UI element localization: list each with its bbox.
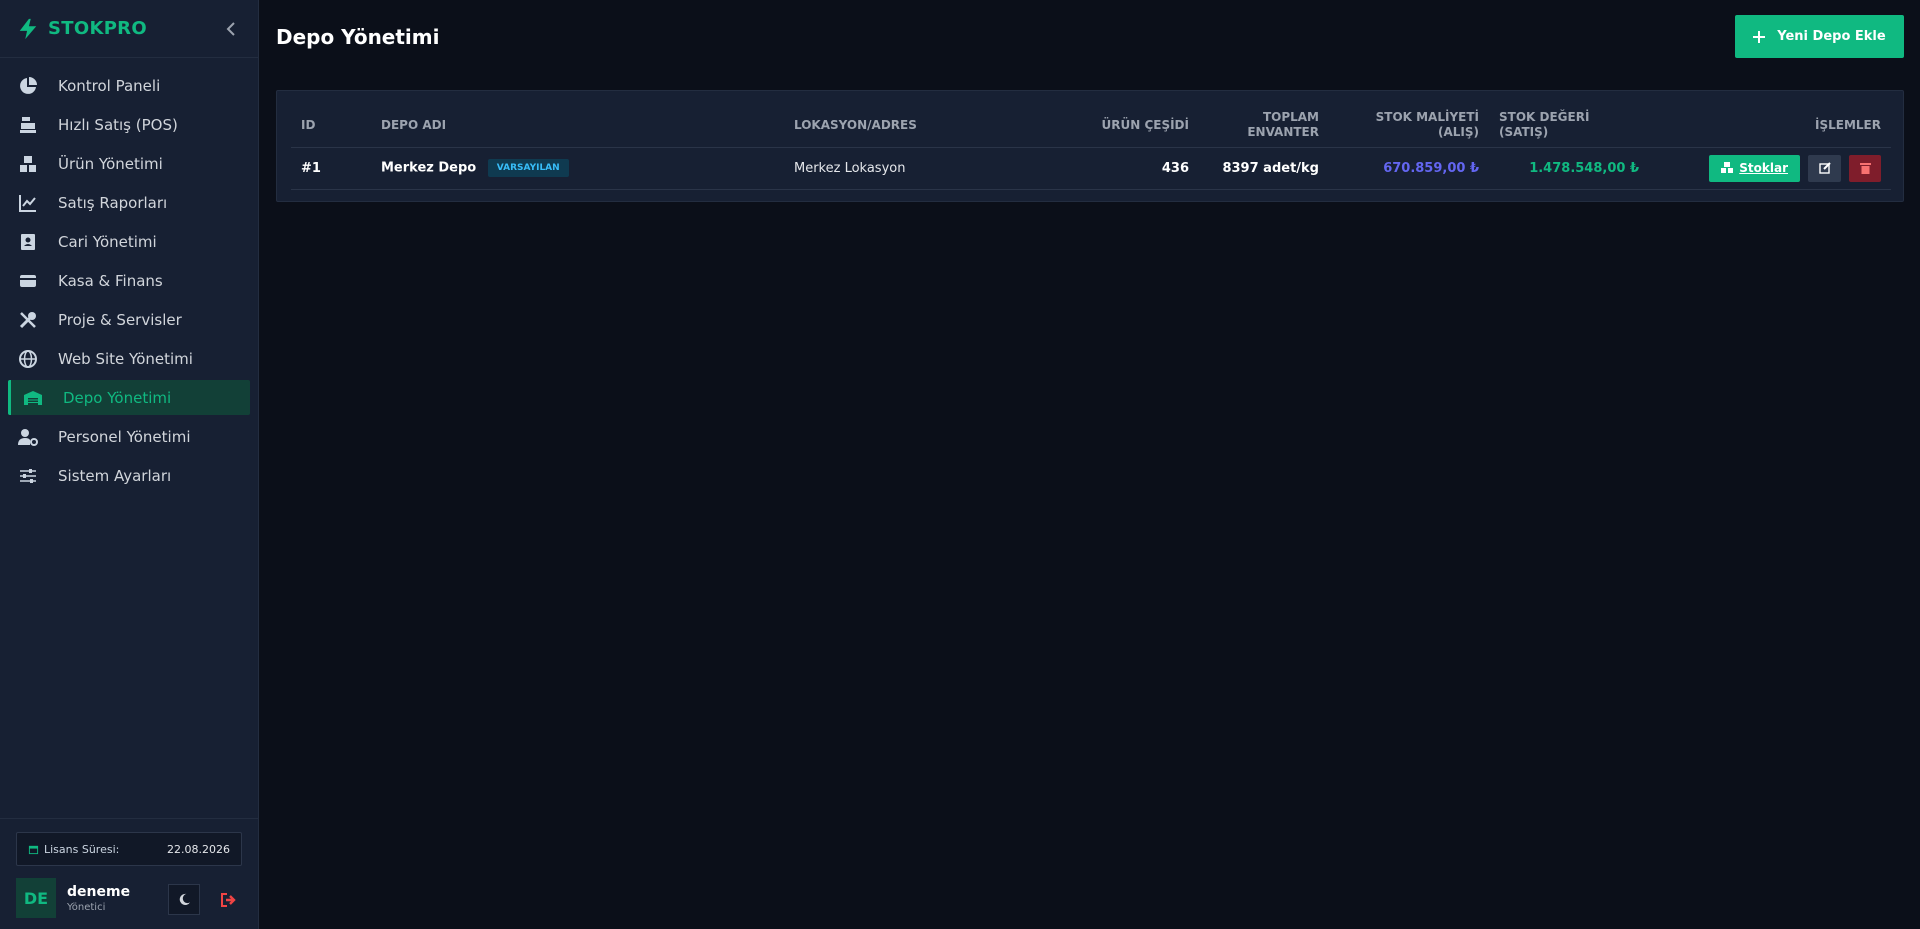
sidebar-nav: Kontrol Paneli Hızlı Satış (POS) Ürün Yö…: [0, 58, 258, 493]
brand-header: STOKPRO: [0, 0, 258, 58]
column-header-cost-line2: (ALIŞ): [1437, 125, 1479, 140]
sidebar-item-label: Hızlı Satış (POS): [58, 115, 178, 134]
sidebar-item-label: Kontrol Paneli: [58, 76, 161, 95]
warehouse-name: Merkez Depo: [381, 160, 477, 176]
warehouse-icon: [23, 389, 43, 407]
moon-icon: [179, 893, 190, 905]
sidebar-item-label: Satış Raporları: [58, 193, 168, 212]
user-name: deneme: [67, 883, 131, 900]
cell-name: Merkez Depo VARSAYILAN: [371, 147, 784, 190]
boxes-icon: [18, 155, 38, 173]
license-label: Lisans Süresi:: [44, 842, 120, 856]
column-header-inventory-line1: TOPLAM: [1262, 110, 1319, 125]
warehouse-table-card: ID DEPO ADI LOKASYON/ADRES ÜRÜN ÇEŞİDİ T…: [276, 90, 1904, 202]
sidebar-item-kontrol-paneli[interactable]: Kontrol Paneli: [8, 68, 250, 103]
stocks-button-label: Stoklar: [1739, 161, 1788, 175]
sidebar-item-label: Personel Yönetimi: [58, 427, 191, 446]
logout-button[interactable]: [216, 884, 242, 915]
sidebar-item-kasa-finans[interactable]: Kasa & Finans: [8, 263, 250, 298]
line-chart-icon: [18, 194, 38, 212]
cash-register-icon: [18, 116, 38, 134]
brand-name: STOKPRO: [48, 18, 147, 39]
warehouse-table: ID DEPO ADI LOKASYON/ADRES ÜRÜN ÇEŞİDİ T…: [291, 104, 1891, 190]
tools-icon: [18, 311, 38, 329]
table-header-row: ID DEPO ADI LOKASYON/ADRES ÜRÜN ÇEŞİDİ T…: [291, 104, 1891, 148]
main-content: Depo Yönetimi Yeni Depo Ekle ID DEPO ADI…: [260, 0, 1920, 929]
sidebar-item-proje-servisler[interactable]: Proje & Servisler: [8, 302, 250, 337]
sliders-icon: [18, 467, 38, 485]
globe-icon: [18, 349, 38, 368]
collapse-sidebar-button[interactable]: [221, 19, 241, 39]
cell-inventory: 8397 adet/kg: [1199, 147, 1329, 190]
add-warehouse-button[interactable]: Yeni Depo Ekle: [1735, 15, 1904, 58]
sidebar-item-web-site[interactable]: Web Site Yönetimi: [8, 341, 250, 376]
row-actions: Stoklar: [1659, 154, 1881, 182]
cell-location: Merkez Lokasyon: [784, 147, 1044, 190]
wallet-icon: [18, 272, 38, 290]
column-header-id[interactable]: ID: [291, 104, 371, 148]
sidebar-item-sistem-ayarlari[interactable]: Sistem Ayarları: [8, 458, 250, 493]
user-panel: DE deneme Yönetici: [16, 878, 242, 918]
trash-icon: [1859, 163, 1871, 174]
calendar-icon: [28, 845, 39, 854]
sidebar-item-label: Depo Yönetimi: [63, 388, 172, 407]
cell-actions: Stoklar: [1649, 147, 1891, 190]
license-date: 22.08.2026: [167, 842, 230, 856]
cell-value: 1.478.548,00 ₺: [1489, 147, 1649, 190]
add-warehouse-label: Yeni Depo Ekle: [1777, 29, 1886, 44]
column-header-value[interactable]: STOK DEĞERİ (SATIŞ): [1489, 104, 1649, 148]
pie-chart-icon: [18, 76, 38, 95]
avatar[interactable]: DE: [16, 878, 56, 918]
user-gear-icon: [18, 428, 38, 446]
sidebar-item-urun-yonetimi[interactable]: Ürün Yönetimi: [8, 146, 250, 181]
column-header-cost[interactable]: STOK MALİYETİ (ALIŞ): [1329, 104, 1489, 148]
page-title: Depo Yönetimi: [276, 25, 440, 49]
edit-button[interactable]: [1808, 154, 1841, 182]
license-box: Lisans Süresi: 22.08.2026: [16, 832, 242, 866]
column-header-inventory[interactable]: TOPLAM ENVANTER: [1199, 104, 1329, 148]
cell-variety: 436: [1044, 147, 1199, 190]
sidebar-item-label: Kasa & Finans: [58, 271, 163, 290]
stocks-button[interactable]: Stoklar: [1709, 154, 1800, 182]
cell-id: #1: [291, 147, 371, 190]
delete-button[interactable]: [1849, 154, 1881, 182]
sidebar-item-personel-yonetimi[interactable]: Personel Yönetimi: [8, 419, 250, 454]
table-row: #1 Merkez Depo VARSAYILAN Merkez Lokasyo…: [291, 147, 1891, 190]
sidebar-item-cari-yonetimi[interactable]: Cari Yönetimi: [8, 224, 250, 259]
column-header-name[interactable]: DEPO ADI: [371, 104, 784, 148]
column-header-cost-line1: STOK MALİYETİ: [1375, 110, 1479, 125]
sidebar-item-satis-raporlari[interactable]: Satış Raporları: [8, 185, 250, 220]
sidebar-item-depo-yonetimi[interactable]: Depo Yönetimi: [8, 380, 250, 415]
sidebar-item-label: Proje & Servisler: [58, 310, 182, 329]
edit-icon: [1818, 162, 1831, 174]
plus-icon: [1753, 30, 1766, 43]
logout-icon: [221, 892, 236, 907]
column-header-actions: İŞLEMLER: [1649, 104, 1891, 148]
default-badge: VARSAYILAN: [487, 159, 569, 177]
sidebar-footer: Lisans Süresi: 22.08.2026 DE deneme Yöne…: [0, 818, 259, 929]
cell-cost: 670.859,00 ₺: [1329, 147, 1489, 190]
boxes-icon: [1721, 162, 1734, 173]
sidebar-item-label: Sistem Ayarları: [58, 466, 172, 485]
contact-card-icon: [18, 233, 38, 251]
theme-toggle-button[interactable]: [168, 884, 200, 915]
sidebar-item-hizli-satis[interactable]: Hızlı Satış (POS): [8, 107, 250, 142]
lightning-bolt-icon: [19, 18, 37, 39]
user-role: Yönetici: [67, 901, 106, 913]
column-header-variety[interactable]: ÜRÜN ÇEŞİDİ: [1044, 104, 1199, 148]
chevron-left-icon: [226, 21, 235, 36]
sidebar-item-label: Web Site Yönetimi: [58, 349, 193, 368]
user-info: deneme Yönetici: [67, 884, 130, 913]
column-header-location[interactable]: LOKASYON/ADRES: [784, 104, 1044, 148]
column-header-inventory-line2: ENVANTER: [1247, 125, 1319, 140]
sidebar-item-label: Ürün Yönetimi: [58, 154, 163, 173]
sidebar-item-label: Cari Yönetimi: [58, 232, 157, 251]
sidebar: STOKPRO Kontrol Paneli Hızlı Satış (POS)…: [0, 0, 259, 929]
